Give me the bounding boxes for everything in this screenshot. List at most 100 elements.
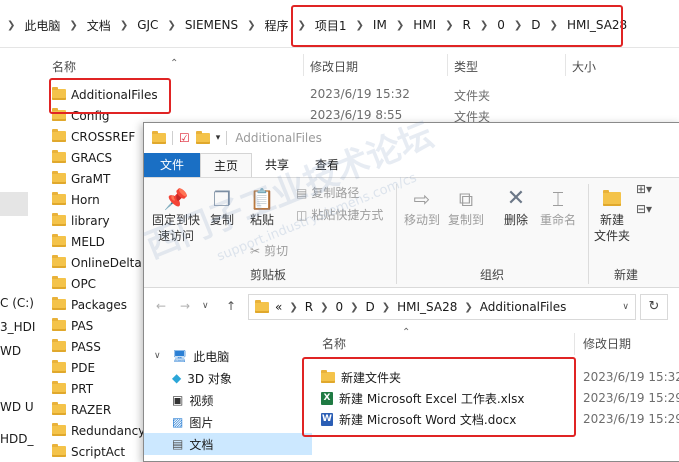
drive-label[interactable]: 3_HDI [0, 320, 35, 334]
list-item[interactable]: PDE [52, 357, 95, 378]
list-item[interactable]: MELD [52, 231, 105, 252]
breadcrumb-item[interactable]: HMI [411, 18, 438, 32]
copy-icon: ❐ [213, 187, 231, 211]
list-item[interactable]: GraMT [52, 168, 110, 189]
folder-icon [52, 402, 66, 415]
list-item[interactable]: Config [52, 105, 110, 126]
column-divider[interactable] [574, 333, 575, 355]
tree-item-videos[interactable]: ▣ 视频 [172, 389, 213, 411]
drive-label[interactable]: WD [0, 344, 21, 358]
list-item[interactable]: PAS [52, 315, 93, 336]
list-item[interactable]: Redundancy [52, 420, 145, 441]
list-item[interactable]: RAZER [52, 399, 111, 420]
refresh-button[interactable]: ↻ [640, 294, 668, 320]
list-item[interactable]: ScriptAct [52, 441, 125, 462]
tab-home[interactable]: 主页 [200, 153, 253, 178]
address-bar[interactable]: « ❯ R ❯ 0 ❯ D ❯ HMI_SA28 ❯ AdditionalFil… [248, 294, 636, 320]
breadcrumb[interactable]: ❯ 此电脑 ❯ 文档 ❯ GJC ❯ SIEMENS ❯ 程序 ❯ 项目1 ❯ … [0, 15, 629, 35]
copy-to-icon: ⧉ [458, 187, 474, 211]
breadcrumb-item[interactable]: D [529, 18, 542, 32]
chevron-down-icon[interactable]: ∨ [622, 302, 629, 312]
group-divider [396, 184, 397, 284]
new-folder-icon[interactable] [195, 130, 210, 144]
drive-label[interactable]: HDD_ [0, 432, 34, 446]
nav-pane-selected[interactable] [0, 192, 28, 216]
breadcrumb-item[interactable]: R [461, 18, 473, 32]
pictures-icon: ▨ [172, 415, 184, 429]
new-folder-button[interactable]: 新建 文件夹 [592, 186, 632, 244]
column-header-date[interactable]: 修改日期 [583, 335, 631, 352]
breadcrumb-item[interactable]: HMI_SA28 [565, 18, 629, 32]
column-header-name[interactable]: 名称 [322, 335, 346, 352]
paste-button[interactable]: 📋 粘贴 [246, 186, 278, 228]
address-crumb[interactable]: HMI_SA28 [397, 300, 457, 314]
tree-item-this-pc[interactable]: ∨ 🖥 此电脑 [154, 345, 229, 367]
title-bar[interactable]: ☑ ▾ AdditionalFiles [144, 123, 679, 153]
drive-label[interactable]: C (C:) [0, 296, 34, 310]
list-item[interactable]: OnlineDelta [52, 252, 142, 273]
breadcrumb-item[interactable]: SIEMENS [183, 18, 240, 32]
copy-to-button[interactable]: ⧉ 复制到 [446, 186, 486, 228]
new-item-button[interactable]: ⊞▾ [636, 182, 652, 196]
column-header-date[interactable]: 修改日期 [310, 58, 358, 75]
forward-arrow-icon[interactable]: → [180, 299, 190, 313]
chevron-down-icon[interactable]: ▾ [216, 133, 221, 143]
chevron-right-icon: ❯ [247, 19, 256, 31]
list-item[interactable]: 新建文件夹 [321, 367, 401, 388]
list-item[interactable]: GRACS [52, 147, 112, 168]
address-crumb[interactable]: R [305, 300, 313, 314]
properties-check-icon[interactable]: ☑ [179, 131, 190, 145]
rename-button[interactable]: ⌶ 重命名 [538, 186, 578, 228]
tree-item-documents[interactable]: ▤ 文档 [144, 433, 312, 455]
list-item[interactable]: Horn [52, 189, 100, 210]
breadcrumb-item[interactable]: GJC [135, 18, 160, 32]
breadcrumb-item[interactable]: 项目1 [313, 17, 349, 34]
column-header-size[interactable]: 大小 [572, 58, 596, 75]
drive-label[interactable]: WD U [0, 400, 34, 414]
list-item[interactable]: W 新建 Microsoft Word 文档.docx [321, 409, 516, 430]
column-header-type[interactable]: 类型 [454, 58, 478, 75]
file-date: 2023/6/19 15:29 [583, 412, 679, 426]
folder-icon [52, 276, 66, 289]
list-item[interactable]: PRT [52, 378, 93, 399]
easy-access-button[interactable]: ⊟▾ [636, 202, 652, 216]
back-arrow-icon[interactable]: ← [156, 299, 166, 313]
up-arrow-icon[interactable]: ↑ [226, 299, 236, 313]
word-icon: W [321, 413, 333, 426]
breadcrumb-item[interactable]: 此电脑 [22, 17, 62, 34]
column-header-name[interactable]: 名称 [52, 58, 76, 75]
tree-item-pictures[interactable]: ▨ 图片 [172, 411, 213, 433]
breadcrumb-item[interactable]: IM [371, 18, 389, 32]
list-item[interactable]: CROSSREF [52, 126, 135, 147]
list-item[interactable]: AdditionalFiles [52, 84, 158, 105]
column-divider[interactable] [447, 54, 448, 76]
copy-button[interactable]: ❐ 复制 [206, 186, 238, 228]
list-item[interactable]: PASS [52, 336, 101, 357]
address-crumb[interactable]: D [366, 300, 375, 314]
address-overflow[interactable]: « [275, 300, 282, 314]
documents-icon: ▤ [172, 437, 184, 451]
computer-icon: 🖥 [172, 349, 188, 363]
chevron-down-icon[interactable]: ∨ [154, 351, 161, 361]
tab-file[interactable]: 文件 [144, 153, 201, 177]
tree-item-3d-objects[interactable]: ◆ 3D 对象 [172, 367, 232, 389]
breadcrumb-item[interactable]: 文档 [85, 17, 113, 34]
address-crumb[interactable]: 0 [335, 300, 343, 314]
breadcrumb-item[interactable]: 0 [495, 18, 507, 32]
chevron-down-icon[interactable]: ∨ [202, 301, 209, 311]
column-divider[interactable] [565, 54, 566, 76]
list-item[interactable]: X 新建 Microsoft Excel 工作表.xlsx [321, 388, 524, 409]
list-item[interactable]: OPC [52, 273, 96, 294]
background-address-bar[interactable]: ❯ 此电脑 ❯ 文档 ❯ GJC ❯ SIEMENS ❯ 程序 ❯ 项目1 ❯ … [0, 0, 679, 48]
list-item[interactable]: library [52, 210, 110, 231]
breadcrumb-item[interactable]: 程序 [262, 17, 290, 34]
easy-access-icon: ⊟▾ [636, 202, 653, 216]
pin-quick-access-button[interactable]: 📌 固定到快 速访问 [150, 186, 202, 244]
tab-share[interactable]: 共享 [252, 153, 302, 177]
list-item[interactable]: Packages [52, 294, 127, 315]
column-divider[interactable] [303, 54, 304, 76]
move-to-button[interactable]: ⇨ 移动到 [402, 186, 442, 228]
delete-button[interactable]: ✕ 删除 [498, 186, 534, 228]
address-crumb[interactable]: AdditionalFiles [480, 300, 567, 314]
tab-view[interactable]: 查看 [302, 153, 352, 177]
